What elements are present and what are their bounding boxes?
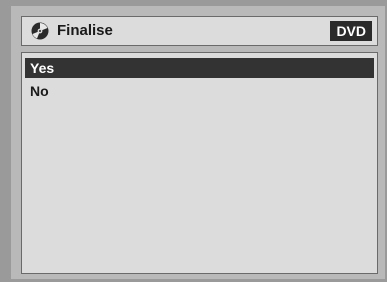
disc-type-badge: DVD <box>330 21 372 41</box>
options-panel: Yes No <box>21 52 378 274</box>
disc-icon <box>31 22 49 40</box>
option-yes[interactable]: Yes <box>25 58 374 78</box>
dialog-header: Finalise DVD <box>21 16 378 46</box>
page-title: Finalise <box>57 22 113 39</box>
option-no[interactable]: No <box>25 81 374 101</box>
finalise-dialog: Finalise DVD Yes No <box>11 6 385 279</box>
